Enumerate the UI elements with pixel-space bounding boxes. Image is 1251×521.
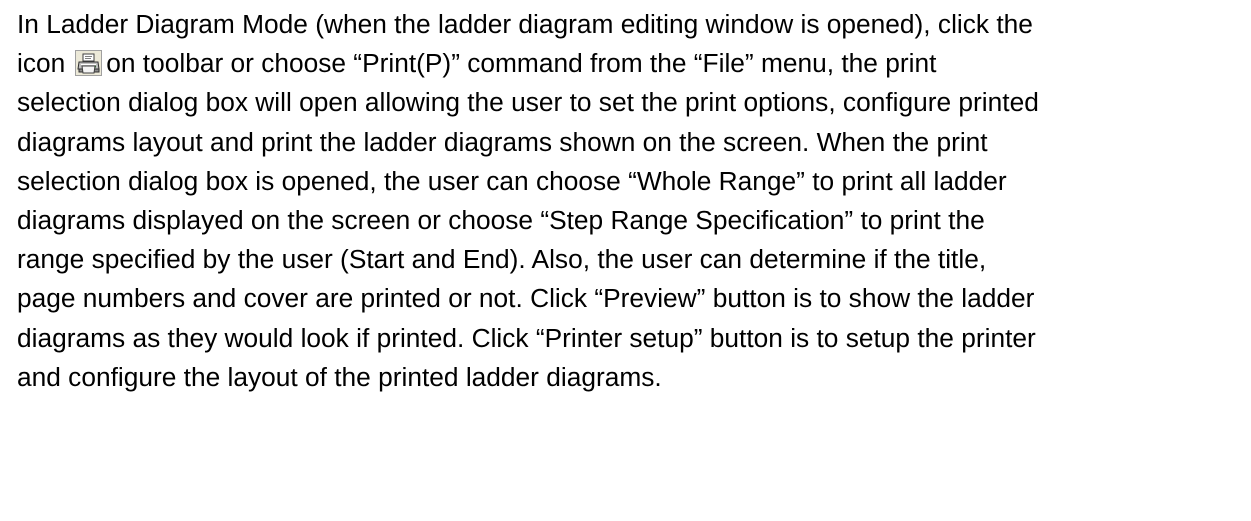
text-line: diagrams as they would look if printed. … [17, 322, 1036, 353]
text-line: diagrams layout and print the ladder dia… [17, 126, 988, 157]
text-line: range specified by the user (Start and E… [17, 244, 987, 275]
printer-icon [75, 50, 103, 77]
text-line: selection dialog box will open allowing … [17, 87, 1039, 118]
text-fragment: on toolbar or choose “Print(P)” command … [106, 48, 937, 79]
print-instructions-paragraph: In Ladder Diagram Mode (when the ladder … [17, 5, 1237, 397]
text-line: In Ladder Diagram Mode (when the ladder … [17, 9, 1033, 39]
text-line: diagrams displayed on the screen or choo… [17, 205, 985, 236]
text-line: selection dialog box is opened, the user… [17, 165, 1007, 196]
document-page: In Ladder Diagram Mode (when the ladder … [0, 0, 1251, 521]
text-line-with-icon: icon on toolbar or choose “Print(P)” com… [17, 44, 1237, 83]
text-fragment: icon [17, 48, 66, 79]
text-line: page numbers and cover are printed or no… [17, 283, 1035, 314]
text-line: and configure the layout of the printed … [17, 361, 662, 392]
